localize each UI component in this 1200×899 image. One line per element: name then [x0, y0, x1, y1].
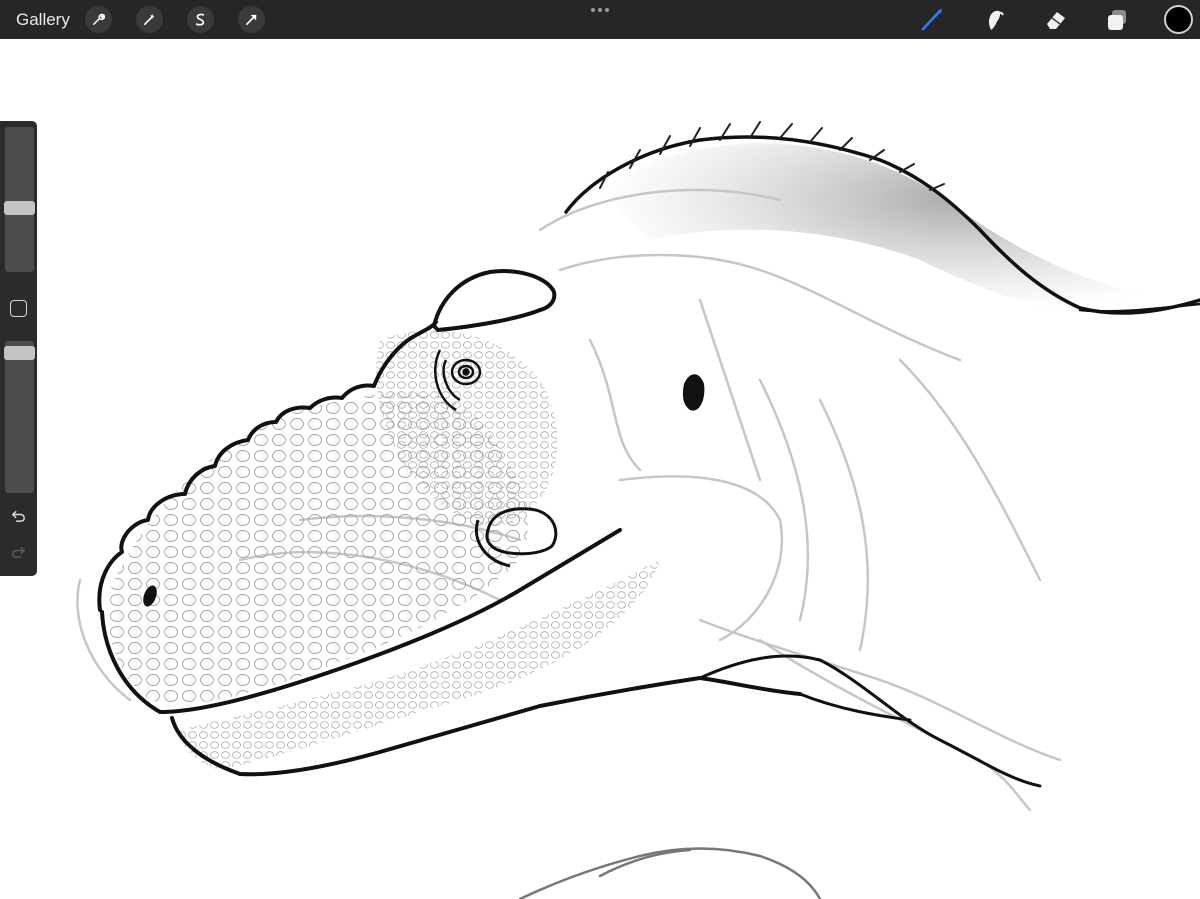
- redo-icon[interactable]: [8, 541, 29, 562]
- drawing-canvas[interactable]: [0, 39, 1200, 899]
- brush-size-thumb[interactable]: [4, 201, 35, 215]
- more-options-icon[interactable]: [588, 3, 612, 17]
- eraser-icon[interactable]: [1041, 5, 1071, 35]
- modify-button[interactable]: [10, 300, 27, 317]
- brush-size-slider[interactable]: [5, 127, 34, 272]
- sketch-artwork: [76, 121, 1200, 899]
- opacity-thumb[interactable]: [4, 346, 35, 360]
- gallery-button[interactable]: Gallery: [16, 10, 70, 30]
- color-picker-swatch[interactable]: [1164, 5, 1193, 34]
- brush-icon[interactable]: [917, 5, 947, 35]
- selection-s-icon[interactable]: [187, 6, 214, 33]
- smudge-icon[interactable]: [979, 5, 1009, 35]
- left-sidebar: [0, 121, 37, 576]
- wrench-icon[interactable]: [85, 6, 112, 33]
- undo-icon[interactable]: [8, 505, 29, 526]
- magic-wand-icon[interactable]: [136, 6, 163, 33]
- layers-icon[interactable]: [1102, 5, 1132, 35]
- transform-arrow-icon[interactable]: [238, 6, 265, 33]
- opacity-slider[interactable]: [5, 341, 34, 493]
- top-toolbar: Gallery: [0, 0, 1200, 39]
